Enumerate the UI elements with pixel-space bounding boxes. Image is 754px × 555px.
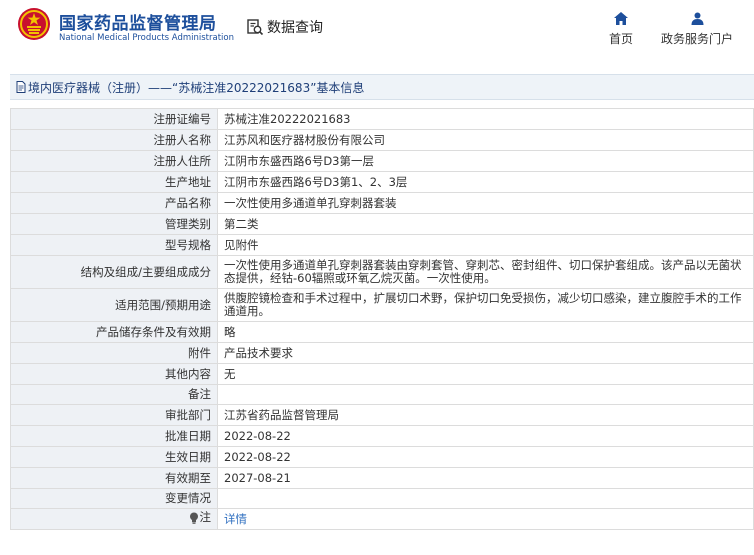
record-title: 境内医疗器械（注册）——“苏械注准20222021683”基本信息 [28, 80, 365, 95]
field-value: 2022-08-22 [217, 446, 754, 468]
table-row: 附件 产品技术要求 [10, 342, 754, 364]
table-row: 变更情况 [10, 488, 754, 509]
field-value: 供腹腔镜检查和手术过程中，扩展切口术野，保护切口免受损伤，减少切口感染，建立腹腔… [217, 288, 754, 322]
record-title-bar: 境内医疗器械（注册）——“苏械注准20222021683”基本信息 [10, 74, 754, 100]
field-value: 产品技术要求 [217, 342, 754, 364]
field-value: 略 [217, 321, 754, 343]
field-value-cell: 详情 [217, 508, 754, 530]
brand-title[interactable]: 国家药品监督管理局 [59, 9, 217, 34]
field-value: 江阴市东盛西路6号D3第一层 [217, 150, 754, 172]
site-header: 国家药品监督管理局 National Medical Products Admi… [0, 0, 754, 56]
field-label: 注册证编号 [10, 108, 218, 130]
table-row: 适用范围/预期用途 供腹腔镜检查和手术过程中，扩展切口术野，保护切口免受损伤，减… [10, 288, 754, 322]
nav-home[interactable]: 首页 [605, 12, 637, 47]
field-value [217, 488, 754, 509]
field-value: 2022-08-22 [217, 425, 754, 447]
field-value: 一次性使用多通道单孔穿刺器套装 [217, 192, 754, 214]
table-row: 生产地址 江阴市东盛西路6号D3第1、2、3层 [10, 171, 754, 193]
field-value: 无 [217, 363, 754, 385]
registration-info-table: 注册证编号 苏械注准20222021683 注册人名称 江苏风和医疗器材股份有限… [10, 108, 754, 530]
table-row: 注 详情 [10, 508, 754, 530]
details-link[interactable]: 详情 [224, 512, 247, 526]
field-label: 产品储存条件及有效期 [10, 321, 218, 343]
field-label: 结构及组成/主要组成成分 [10, 255, 218, 289]
note-label-wrap: 注 [189, 510, 212, 525]
field-label: 注册人名称 [10, 129, 218, 151]
table-row: 生效日期 2022-08-22 [10, 446, 754, 468]
field-label: 有效期至 [10, 467, 218, 489]
field-label: 变更情况 [10, 488, 218, 509]
field-value: 江苏省药品监督管理局 [217, 404, 754, 426]
table-row: 备注 [10, 384, 754, 405]
field-label: 审批部门 [10, 404, 218, 426]
home-icon [614, 12, 628, 25]
table-row: 型号规格 见附件 [10, 234, 754, 256]
table-row: 结构及组成/主要组成成分 一次性使用多通道单孔穿刺器套装由穿刺套管、穿刺芯、密封… [10, 255, 754, 289]
nav-service-portal[interactable]: 政务服务门户 [658, 12, 736, 47]
table-row: 审批部门 江苏省药品监督管理局 [10, 404, 754, 426]
field-label: 其他内容 [10, 363, 218, 385]
field-label: 生效日期 [10, 446, 218, 468]
field-label: 产品名称 [10, 192, 218, 214]
table-row: 产品储存条件及有效期 略 [10, 321, 754, 343]
nav-home-label: 首页 [608, 32, 633, 46]
table-row: 其他内容 无 [10, 363, 754, 385]
national-emblem-icon[interactable] [17, 7, 51, 41]
data-query-link[interactable]: 数据查询 [246, 16, 323, 38]
brand-subtitle: National Medical Products Administration [59, 33, 234, 43]
field-label: 型号规格 [10, 234, 218, 256]
table-row: 注册证编号 苏械注准20222021683 [10, 108, 754, 130]
note-label-cell: 注 [10, 508, 218, 530]
document-search-icon [247, 19, 264, 36]
field-label: 批准日期 [10, 425, 218, 447]
field-label: 附件 [10, 342, 218, 364]
field-value [217, 384, 754, 405]
data-query-label: 数据查询 [267, 20, 323, 36]
user-icon [691, 12, 703, 25]
field-label: 适用范围/预期用途 [10, 288, 218, 322]
field-label: 管理类别 [10, 213, 218, 235]
table-row: 管理类别 第二类 [10, 213, 754, 235]
field-value: 江阴市东盛西路6号D3第1、2、3层 [217, 171, 754, 193]
field-value: 第二类 [217, 213, 754, 235]
field-value: 见附件 [217, 234, 754, 256]
field-value: 苏械注准20222021683 [217, 108, 754, 130]
document-icon [16, 81, 26, 93]
table-row: 有效期至 2027-08-21 [10, 467, 754, 489]
field-label: 生产地址 [10, 171, 218, 193]
nav-service-portal-label: 政务服务门户 [660, 32, 733, 46]
field-label: 备注 [10, 384, 218, 405]
field-value: 一次性使用多通道单孔穿刺器套装由穿刺套管、穿刺芯、密封组件、切口保护套组成。该产… [217, 255, 754, 289]
table-row: 产品名称 一次性使用多通道单孔穿刺器套装 [10, 192, 754, 214]
table-row: 注册人名称 江苏风和医疗器材股份有限公司 [10, 129, 754, 151]
field-value: 江苏风和医疗器材股份有限公司 [217, 129, 754, 151]
field-value: 2027-08-21 [217, 467, 754, 489]
lightbulb-icon [189, 512, 198, 524]
table-row: 批准日期 2022-08-22 [10, 425, 754, 447]
field-label: 注册人住所 [10, 150, 218, 172]
note-label: 注 [199, 510, 212, 525]
table-row: 注册人住所 江阴市东盛西路6号D3第一层 [10, 150, 754, 172]
